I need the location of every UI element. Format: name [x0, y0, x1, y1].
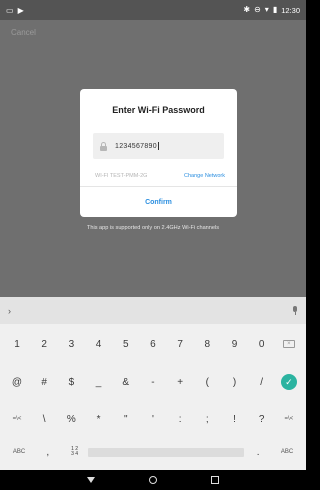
keyboard-row-symbols-2: =\< \ % * " ' : ; ! ? =\< — [4, 404, 302, 434]
password-field[interactable]: 1234567890 — [93, 133, 224, 159]
microphone-icon[interactable] — [292, 305, 298, 316]
network-row: WI-FI TEST-PMM-2G Change Network — [95, 171, 225, 181]
key-ampersand[interactable]: & — [113, 369, 139, 395]
key-comma[interactable]: , — [35, 439, 61, 465]
bluetooth-icon: ✱ — [243, 5, 251, 14]
do-not-disturb-icon: ⊖ — [254, 5, 261, 14]
chevron-right-icon[interactable]: › — [8, 306, 11, 316]
key-dollar[interactable]: $ — [58, 369, 84, 395]
enter-key[interactable]: ✓ — [276, 369, 302, 395]
key-fractions[interactable]: 1 2 3 4 — [62, 439, 88, 465]
key-colon[interactable]: : — [167, 406, 193, 432]
keyboard-row-numbers: 1 2 3 4 5 6 7 8 9 0 × — [4, 329, 302, 359]
keyboard: › 1 2 3 4 5 6 7 8 9 0 × @ # $ _ & - + (… — [0, 297, 306, 470]
status-right-icons: ✱ ⊖ ▾ ▮ 12:30 — [243, 6, 300, 15]
status-left-icons: ▭ ▶ — [6, 6, 24, 15]
status-time: 12:30 — [281, 5, 300, 15]
checkmark-icon: ✓ — [280, 374, 297, 390]
key-abc-right[interactable]: ABC — [272, 439, 302, 465]
key-close-paren[interactable]: ) — [222, 369, 248, 395]
back-icon[interactable] — [87, 477, 95, 483]
key-5[interactable]: 5 — [113, 331, 139, 357]
wifi-icon: ▾ — [264, 5, 269, 14]
key-minus[interactable]: - — [140, 369, 166, 395]
lock-icon — [99, 141, 108, 151]
key-single-quote[interactable]: ' — [140, 406, 166, 432]
key-underscore[interactable]: _ — [86, 369, 112, 395]
navigation-bar — [0, 470, 306, 490]
key-semicolon[interactable]: ; — [194, 406, 220, 432]
confirm-button[interactable]: Confirm — [80, 187, 237, 217]
play-store-icon: ▶ — [17, 5, 24, 15]
backspace-key[interactable]: × — [276, 331, 302, 357]
key-8[interactable]: 8 — [194, 331, 220, 357]
key-backslash[interactable]: \ — [31, 406, 57, 432]
key-9[interactable]: 9 — [222, 331, 248, 357]
wifi-password-dialog: Enter Wi-Fi Password 1234567890 WI-FI TE… — [80, 89, 237, 217]
keyboard-row-symbols-1: @ # $ _ & - + ( ) / ✓ — [4, 367, 302, 397]
key-asterisk[interactable]: * — [86, 406, 112, 432]
key-double-quote[interactable]: " — [113, 406, 139, 432]
dialog-title: Enter Wi-Fi Password — [112, 105, 205, 115]
channel-support-note: This app is supported only on 2.4GHz Wi-… — [86, 225, 220, 231]
home-icon[interactable] — [149, 476, 157, 484]
keyboard-suggestion-bar: › — [0, 297, 306, 324]
change-network-link[interactable]: Change Network — [184, 173, 225, 179]
spacebar[interactable] — [88, 447, 245, 457]
key-1[interactable]: 1 — [4, 331, 30, 357]
keyboard-row-bottom: ABC , 1 2 3 4 . ABC — [4, 437, 302, 467]
key-plus[interactable]: + — [167, 369, 193, 395]
app-background: Cancel This app is supported only on 2.4… — [0, 20, 306, 297]
key-percent[interactable]: % — [58, 406, 84, 432]
key-exclamation[interactable]: ! — [222, 406, 248, 432]
recent-apps-icon[interactable] — [211, 476, 219, 484]
key-more-symbols-left[interactable]: =\< — [4, 406, 30, 432]
cancel-button[interactable]: Cancel — [11, 28, 36, 37]
key-0[interactable]: 0 — [249, 331, 275, 357]
key-2[interactable]: 2 — [31, 331, 57, 357]
key-slash[interactable]: / — [249, 369, 275, 395]
status-bar: ▭ ▶ ✱ ⊖ ▾ ▮ 12:30 — [0, 0, 306, 20]
screen: ▭ ▶ ✱ ⊖ ▾ ▮ 12:30 Cancel This app is sup… — [0, 0, 306, 490]
key-hash[interactable]: # — [31, 369, 57, 395]
battery-icon: ▮ — [272, 5, 278, 14]
key-3[interactable]: 3 — [58, 331, 84, 357]
key-question[interactable]: ? — [249, 406, 275, 432]
text-cursor — [157, 142, 159, 150]
network-name: WI-FI TEST-PMM-2G — [95, 173, 148, 179]
key-period[interactable]: . — [245, 439, 271, 465]
key-7[interactable]: 7 — [167, 331, 193, 357]
backspace-icon: × — [282, 340, 295, 348]
password-value: 1234567890 — [115, 142, 157, 150]
screen-icon: ▭ — [6, 5, 14, 15]
key-4[interactable]: 4 — [86, 331, 112, 357]
key-6[interactable]: 6 — [140, 331, 166, 357]
key-abc-left[interactable]: ABC — [4, 439, 34, 465]
key-open-paren[interactable]: ( — [194, 369, 220, 395]
key-at[interactable]: @ — [4, 369, 30, 395]
key-more-symbols-right[interactable]: =\< — [276, 406, 302, 432]
